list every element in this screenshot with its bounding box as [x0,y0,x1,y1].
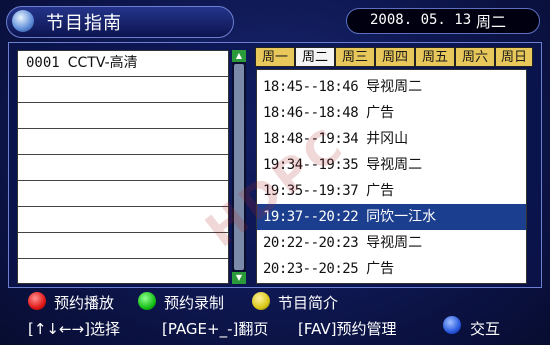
scroll-up-icon[interactable]: ▲ [232,50,246,62]
program-list[interactable]: 18:45--18:46 导视周二 18:46--18:48 广告 18:48--1… [256,69,527,284]
program-time: 18:45--18:46 [263,79,359,95]
program-row[interactable]: 19:34--19:35 导视周二 [257,152,526,178]
epg-screen: 节目指南 2008. 05. 13 周二 0001 CCTV-高清 ▲ ▼ 周一 … [0,0,550,345]
channel-row[interactable] [18,155,228,181]
blue-key-icon [443,316,461,334]
program-title: 导视周二 [366,157,423,173]
green-key-icon [138,292,156,310]
yellow-key-icon [252,292,270,310]
program-title: 导视周二 [366,235,423,251]
program-row[interactable]: 20:22--20:23 导视周二 [257,230,526,256]
program-row[interactable]: 19:35--19:37 广告 [257,178,526,204]
channel-row[interactable] [18,129,228,155]
program-time: 18:46--18:48 [263,105,359,121]
date-label: 2008. 05. 13 [370,12,472,28]
tab-friday[interactable]: 周五 [415,47,455,67]
legend-page: [PAGE+_-]翻页 [162,320,269,338]
channel-name: CCTV-高清 [67,55,138,71]
channel-number: 0001 [26,55,60,71]
program-title: 同饮一江水 [366,209,437,225]
program-time: 18:48--19:34 [263,131,359,147]
program-row-selected[interactable]: 19:37--20:22 同饮一江水 [257,204,526,230]
channel-row[interactable] [18,103,228,129]
guide-icon [12,10,34,32]
program-row[interactable]: 20:23--20:25 广告 [257,256,526,282]
program-time: 19:34--19:35 [263,157,359,173]
program-scrollbar[interactable] [240,69,252,284]
legend-fav: [FAV]预约管理 [298,320,397,338]
program-time: 20:23--20:25 [263,261,359,277]
tab-wednesday[interactable]: 周三 [335,47,375,67]
tab-sunday[interactable]: 周日 [495,47,533,67]
tab-saturday[interactable]: 周六 [455,47,495,67]
channel-list[interactable]: 0001 CCTV-高清 [17,50,229,284]
program-time: 19:35--19:37 [263,183,359,199]
program-title: 井冈山 [366,131,409,147]
channel-row[interactable] [18,207,228,233]
page-title: 节目指南 [46,13,122,34]
legend-reserve-play: 预约播放 [54,294,115,312]
legend-program-info: 节目简介 [278,294,339,312]
legend-reserve-record: 预约录制 [164,294,225,312]
channel-row[interactable] [18,181,228,207]
channel-row[interactable] [18,259,228,285]
program-row[interactable]: 18:45--18:46 导视周二 [257,74,526,100]
program-time: 19:37--20:22 [263,209,359,225]
tab-tuesday[interactable]: 周二 [295,47,335,67]
program-title: 广告 [366,183,395,199]
red-key-icon [28,292,46,310]
legend-interactive: 交互 [470,320,501,338]
program-title: 广告 [366,261,395,277]
channel-row[interactable] [18,77,228,103]
legend-navigate: [↑↓←→]选择 [28,320,120,338]
tab-thursday[interactable]: 周四 [375,47,415,67]
program-title: 导视周二 [366,79,423,95]
program-title: 广告 [366,105,395,121]
weekday-label: 周二 [476,13,507,31]
channel-row[interactable] [18,233,228,259]
tab-monday[interactable]: 周一 [255,47,295,67]
program-row[interactable]: 18:46--18:48 广告 [257,100,526,126]
program-time: 20:22--20:23 [263,235,359,251]
channel-row[interactable]: 0001 CCTV-高清 [18,51,228,77]
program-row[interactable]: 18:48--19:34 井冈山 [257,126,526,152]
